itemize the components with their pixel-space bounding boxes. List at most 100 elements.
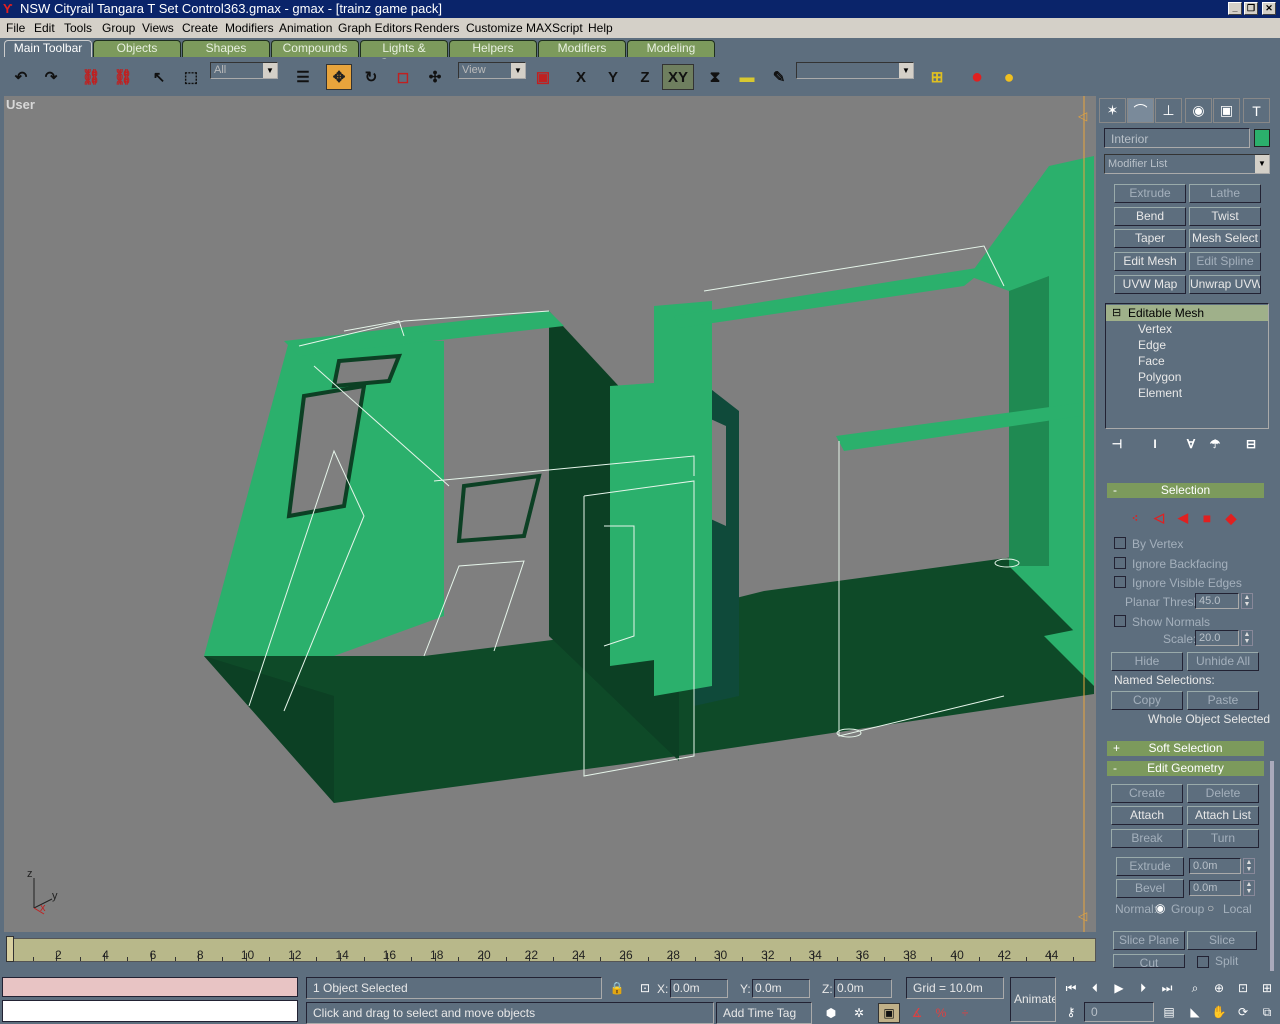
use-pivot-center-icon[interactable]: ▣ bbox=[530, 64, 556, 90]
field-of-view-icon[interactable]: ◣ bbox=[1184, 1002, 1206, 1022]
play-icon[interactable]: ▶ bbox=[1108, 978, 1130, 998]
quick-render-icon[interactable]: ● bbox=[996, 64, 1022, 90]
stack-item-vertex[interactable]: Vertex bbox=[1138, 322, 1172, 336]
collapse-minus-icon[interactable]: ⊟ bbox=[1112, 306, 1121, 319]
motion-tab-icon[interactable]: ◉ bbox=[1185, 98, 1212, 123]
restore-button[interactable]: ❐ bbox=[1244, 2, 1258, 15]
menu-tools[interactable]: Tools bbox=[64, 21, 92, 35]
object-color-swatch[interactable] bbox=[1254, 129, 1270, 147]
menu-modifiers[interactable]: Modifiers bbox=[225, 21, 274, 35]
next-frame-icon[interactable]: ⏵ bbox=[1132, 978, 1154, 998]
track-bar[interactable]: 2 4 6 8 10 12 14 16 18 20 22 24 26 28 30 32 34 36 38 40 42 44 bbox=[8, 938, 1096, 962]
extrude-button[interactable]: Extrude bbox=[1116, 857, 1184, 876]
pan-icon[interactable]: ✋ bbox=[1208, 1002, 1230, 1022]
percent-snap-icon[interactable]: % bbox=[930, 1003, 952, 1023]
select-and-rotate-icon[interactable]: ↻ bbox=[358, 64, 384, 90]
hierarchy-tab-icon[interactable]: ⊥ bbox=[1155, 98, 1182, 123]
mesh-select-modifier-button[interactable]: Mesh Select bbox=[1189, 229, 1261, 248]
rectangular-selection-icon[interactable]: ⬚ bbox=[178, 64, 204, 90]
tab-helpers[interactable]: Helpers bbox=[449, 40, 537, 57]
object-name-field[interactable]: Interior bbox=[1104, 128, 1250, 148]
zoom-icon[interactable]: ⌕ bbox=[1184, 978, 1206, 998]
viewport-user[interactable]: User ◁ ◁ z y x bbox=[4, 96, 1096, 932]
spinner-arrows-icon[interactable]: ▲ ▼ bbox=[1241, 630, 1253, 646]
delete-button[interactable]: Delete bbox=[1187, 784, 1259, 803]
viewport-shading-icon[interactable]: ⬢ bbox=[820, 1003, 842, 1023]
named-selection-icon[interactable]: ✎ bbox=[766, 64, 792, 90]
spinner-arrows-icon[interactable]: ▲ ▼ bbox=[1243, 858, 1255, 874]
spinner-snap-icon[interactable]: ÷ bbox=[954, 1003, 976, 1023]
create-button[interactable]: Create bbox=[1111, 784, 1183, 803]
maxscript-input[interactable] bbox=[2, 1000, 298, 1022]
edge-mode-icon[interactable]: ◁ bbox=[1149, 508, 1169, 528]
lock-selection-icon[interactable]: 🔒 bbox=[606, 978, 628, 998]
hide-button[interactable]: Hide bbox=[1111, 652, 1183, 671]
menu-renders[interactable]: Renders bbox=[414, 21, 459, 35]
soft-selection-rollout-header[interactable]: + Soft Selection bbox=[1107, 741, 1264, 756]
cut-button[interactable]: Cut bbox=[1113, 954, 1185, 968]
stack-item-face[interactable]: Face bbox=[1138, 354, 1165, 368]
show-end-result-icon[interactable]: I bbox=[1145, 434, 1165, 454]
bevel-button[interactable]: Bevel bbox=[1116, 879, 1184, 898]
unhide-all-button[interactable]: Unhide All bbox=[1187, 652, 1259, 671]
stack-item-edge[interactable]: Edge bbox=[1138, 338, 1166, 352]
utilities-tab-icon[interactable]: T bbox=[1243, 98, 1270, 123]
menu-group[interactable]: Group bbox=[102, 21, 135, 35]
zoom-extents-all-icon[interactable]: ⊞ bbox=[1256, 978, 1278, 998]
menu-maxscript[interactable]: MAXScript bbox=[526, 21, 583, 35]
tab-compounds[interactable]: Compounds bbox=[271, 40, 359, 57]
create-tab-icon[interactable]: ✶ bbox=[1099, 98, 1126, 123]
select-object-icon[interactable]: ↖ bbox=[146, 64, 172, 90]
local-radio-icon[interactable]: ○ bbox=[1207, 901, 1214, 915]
reference-coord-dropdown[interactable]: View ▼ bbox=[458, 62, 526, 79]
menu-graph-editors[interactable]: Graph Editors bbox=[338, 21, 412, 35]
named-selection-dropdown[interactable]: ▼ bbox=[796, 62, 914, 79]
split-checkbox[interactable] bbox=[1197, 956, 1209, 968]
ignore-backfacing-checkbox[interactable] bbox=[1114, 557, 1126, 569]
maximize-viewport-icon[interactable]: ⧉ bbox=[1256, 1002, 1278, 1022]
menu-edit[interactable]: Edit bbox=[34, 21, 55, 35]
bevel-amount-input[interactable]: 0.0m bbox=[1189, 880, 1241, 896]
planar-thresh-input[interactable]: 45.0 bbox=[1195, 593, 1239, 609]
undo-icon[interactable]: ↶ bbox=[8, 64, 34, 90]
group-radio-icon[interactable]: ◉ bbox=[1155, 901, 1165, 915]
select-and-scale-icon[interactable]: ◻ bbox=[390, 64, 416, 90]
menu-customize[interactable]: Customize bbox=[466, 21, 523, 35]
uvw-map-modifier-button[interactable]: UVW Map bbox=[1114, 275, 1186, 294]
spinner-arrows-icon[interactable]: ▲ ▼ bbox=[1241, 593, 1253, 609]
time-slider-handle[interactable] bbox=[6, 936, 14, 962]
previous-frame-icon[interactable]: ⏴ bbox=[1084, 978, 1106, 998]
close-button[interactable]: ✕ bbox=[1262, 2, 1276, 15]
key-mode-icon[interactable]: ⚷ bbox=[1060, 1002, 1082, 1022]
turn-button[interactable]: Turn bbox=[1187, 829, 1259, 848]
tab-modeling[interactable]: Modeling bbox=[627, 40, 715, 57]
edit-spline-modifier-button[interactable]: Edit Spline bbox=[1189, 252, 1261, 271]
show-normals-checkbox[interactable] bbox=[1114, 615, 1126, 627]
stack-item-polygon[interactable]: Polygon bbox=[1138, 370, 1181, 384]
degradation-override-icon[interactable]: ▣ bbox=[878, 1003, 900, 1023]
tab-shapes[interactable]: Shapes bbox=[182, 40, 270, 57]
tab-main-toolbar[interactable]: Main Toolbar bbox=[4, 40, 92, 57]
tab-modifiers[interactable]: Modifiers bbox=[538, 40, 626, 57]
time-configuration-icon[interactable]: ▤ bbox=[1158, 1002, 1180, 1022]
face-mode-icon[interactable]: ◀ bbox=[1173, 508, 1193, 528]
remove-modifier-icon[interactable]: ☂ bbox=[1205, 434, 1225, 454]
make-unique-icon[interactable]: ∀ bbox=[1181, 434, 1201, 454]
snap-toggle-icon[interactable]: ✲ bbox=[848, 1003, 870, 1023]
go-to-start-icon[interactable]: ⏮ bbox=[1060, 978, 1082, 998]
restrict-xy-button[interactable]: XY bbox=[662, 64, 694, 90]
redo-icon[interactable]: ↷ bbox=[38, 64, 64, 90]
ignore-visible-edges-checkbox[interactable] bbox=[1114, 576, 1126, 588]
panel-scrollbar[interactable] bbox=[1270, 761, 1274, 971]
y-coord-input[interactable]: 0.0m bbox=[752, 979, 810, 998]
absolute-mode-icon[interactable]: ⊡ bbox=[634, 978, 656, 998]
pivot-center-icon[interactable]: ✣ bbox=[422, 64, 448, 90]
add-time-tag-button[interactable]: Add Time Tag bbox=[716, 1002, 812, 1024]
modifier-list-dropdown[interactable]: Modifier List ▼ bbox=[1104, 154, 1270, 174]
x-coord-input[interactable]: 0.0m bbox=[670, 979, 728, 998]
animate-button[interactable]: Animate bbox=[1010, 977, 1056, 1022]
break-button[interactable]: Break bbox=[1111, 829, 1183, 848]
normals-scale-input[interactable]: 20.0 bbox=[1195, 630, 1239, 646]
display-tab-icon[interactable]: ▣ bbox=[1213, 98, 1240, 123]
tab-lights-cameras[interactable]: Lights & Cameras bbox=[360, 40, 448, 70]
